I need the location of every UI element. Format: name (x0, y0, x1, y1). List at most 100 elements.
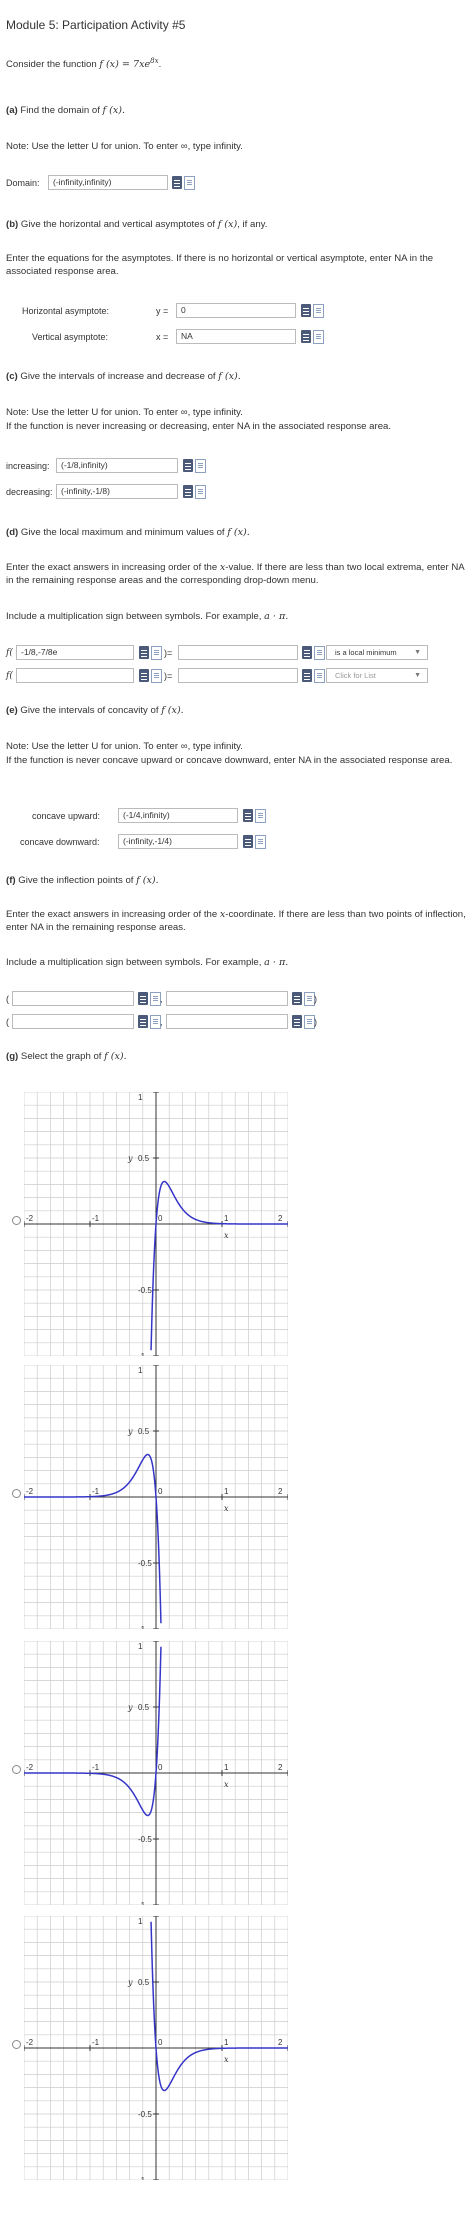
extrema-2-y-input[interactable] (178, 668, 298, 683)
inflection-2-y-tools (292, 1015, 316, 1029)
inflection-1-comma: , (160, 994, 163, 1004)
extrema-2-x-input[interactable] (16, 668, 134, 683)
x-tick-label: -2 (26, 1763, 34, 1772)
decreasing-input[interactable]: (-infinity,-1/8) (56, 484, 178, 499)
inflection-1-close: ) (314, 994, 317, 1004)
domain-label: Domain: (6, 178, 40, 188)
notepad-icon[interactable] (151, 669, 162, 683)
y-tick-label: -1 (138, 2176, 146, 2180)
part-b-instructions: Enter the equations for the asymptotes. … (6, 253, 434, 277)
extrema-1-x-input[interactable]: -1/8,-7/8e (16, 645, 134, 660)
part-a-question: (a) Find the domain of f (x). (6, 105, 126, 116)
graph-option-1[interactable]: -2 -1 0 1 2 1 0.5 -0.5 -1 x y (24, 1092, 288, 1356)
part-f-mult-note: Include a multiplication sign between sy… (6, 957, 289, 968)
graph-option-4-radio[interactable] (12, 2040, 21, 2049)
x-tick-label: -2 (26, 1214, 34, 1223)
concave-downward-input[interactable]: (-infinity,-1/4) (118, 834, 238, 849)
inflection-2-y-input[interactable] (166, 1014, 288, 1029)
equation-editor-icon[interactable] (172, 176, 182, 189)
vertical-asymptote-var: x = (156, 332, 169, 342)
increasing-label: increasing: (6, 461, 50, 471)
concave-downward-tools (243, 835, 267, 849)
y-axis-label: y (127, 1154, 133, 1163)
notepad-icon[interactable] (195, 459, 206, 473)
x-tick-label: -2 (26, 1487, 34, 1496)
equation-editor-icon[interactable] (302, 669, 312, 682)
equation-editor-icon[interactable] (183, 459, 193, 472)
extrema-2-equals: )= (164, 671, 173, 681)
increasing-input[interactable]: (-1/8,infinity) (56, 458, 178, 473)
page-title: Module 5: Participation Activity #5 (6, 18, 186, 32)
part-b-question: (b) Give the horizontal and vertical asy… (6, 219, 268, 230)
part-e-note2: If the function is never concave upward … (6, 755, 453, 766)
equation-editor-icon[interactable] (138, 1015, 148, 1028)
inflection-1-y-input[interactable] (166, 991, 288, 1006)
domain-input[interactable]: (-infinity,infinity) (48, 175, 168, 190)
notepad-icon[interactable] (255, 835, 266, 849)
x-tick-label: 2 (278, 2038, 283, 2047)
y-tick-label: -0.5 (138, 2110, 152, 2119)
equation-editor-icon[interactable] (301, 330, 311, 343)
concave-upward-input[interactable]: (-1/4,infinity) (118, 808, 238, 823)
horizontal-asymptote-input[interactable]: 0 (176, 303, 296, 318)
x-axis-label: x (224, 2055, 229, 2064)
x-tick-label: 2 (278, 1487, 283, 1496)
vertical-asymptote-input[interactable]: NA (176, 329, 296, 344)
x-tick-label: -1 (92, 2038, 100, 2047)
y-tick-label: 1 (138, 1642, 143, 1651)
equation-editor-icon[interactable] (183, 485, 193, 498)
graph-option-2[interactable]: -2 -1 0 1 2 1 0.5 -0.5 -1 x y (24, 1365, 288, 1629)
horizontal-asymptote-label: Horizontal asymptote: (22, 306, 110, 316)
extrema-2-y-tools (302, 669, 326, 683)
equation-editor-icon[interactable] (292, 992, 302, 1005)
extrema-1-y-tools (302, 646, 326, 660)
extrema-1-type-select[interactable]: is a local minimum ▼ (326, 645, 428, 660)
function-curve (150, 1921, 288, 2092)
equation-editor-icon[interactable] (243, 809, 253, 822)
notepad-icon[interactable] (184, 176, 195, 190)
inflection-1-x-input[interactable] (12, 991, 134, 1006)
graph-option-2-radio[interactable] (12, 1489, 21, 1498)
equation-editor-icon[interactable] (138, 992, 148, 1005)
equation-editor-icon[interactable] (302, 646, 312, 659)
notepad-icon[interactable] (314, 646, 325, 660)
equation-editor-icon[interactable] (139, 646, 149, 659)
horizontal-asymptote-tools (301, 304, 325, 318)
y-tick-label: -1 (138, 1352, 146, 1356)
y-axis-label: y (127, 1978, 133, 1987)
graph-option-1-radio[interactable] (12, 1216, 21, 1225)
notepad-icon[interactable] (314, 669, 325, 683)
y-tick-label: 0.5 (138, 1427, 150, 1436)
extrema-2-type-select[interactable]: Click for List ▼ (326, 668, 428, 683)
extrema-1-y-input[interactable] (178, 645, 298, 660)
notepad-icon[interactable] (195, 485, 206, 499)
equation-editor-icon[interactable] (243, 835, 253, 848)
notepad-icon[interactable] (151, 646, 162, 660)
notepad-icon[interactable] (313, 330, 324, 344)
x-tick-label: 1 (224, 1487, 229, 1496)
graph-option-4[interactable]: -2 -1 0 1 2 1 0.5 -0.5 -1 x y (24, 1916, 288, 2180)
y-tick-label: 0.5 (138, 1978, 150, 1987)
decreasing-label: decreasing: (6, 487, 53, 497)
graph-option-3[interactable]: -2 -1 0 1 2 1 0.5 -0.5 -1 x y (24, 1641, 288, 1905)
vertical-asymptote-tools (301, 330, 325, 344)
graph-option-3-radio[interactable] (12, 1765, 21, 1774)
x-tick-label: 0 (158, 1763, 163, 1772)
extrema-2-f: f( (6, 671, 13, 681)
extrema-2-x-tools (139, 669, 163, 683)
x-tick-label: 1 (224, 1763, 229, 1772)
inflection-2-open: ( (6, 1017, 9, 1027)
inflection-2-x-input[interactable] (12, 1014, 134, 1029)
x-tick-label: 0 (158, 2038, 163, 2047)
intro-text: Consider the function f (x) = 7xe8x. (6, 57, 162, 71)
inflection-2-comma: , (160, 1017, 163, 1027)
concave-downward-label: concave downward: (20, 837, 100, 847)
y-axis-label: y (127, 1703, 133, 1712)
equation-editor-icon[interactable] (292, 1015, 302, 1028)
equation-editor-icon[interactable] (139, 669, 149, 682)
equation-editor-icon[interactable] (301, 304, 311, 317)
part-a-note: Note: Use the letter U for union. To ent… (6, 141, 243, 152)
notepad-icon[interactable] (255, 809, 266, 823)
part-c-note: Note: Use the letter U for union. To ent… (6, 407, 243, 418)
notepad-icon[interactable] (313, 304, 324, 318)
